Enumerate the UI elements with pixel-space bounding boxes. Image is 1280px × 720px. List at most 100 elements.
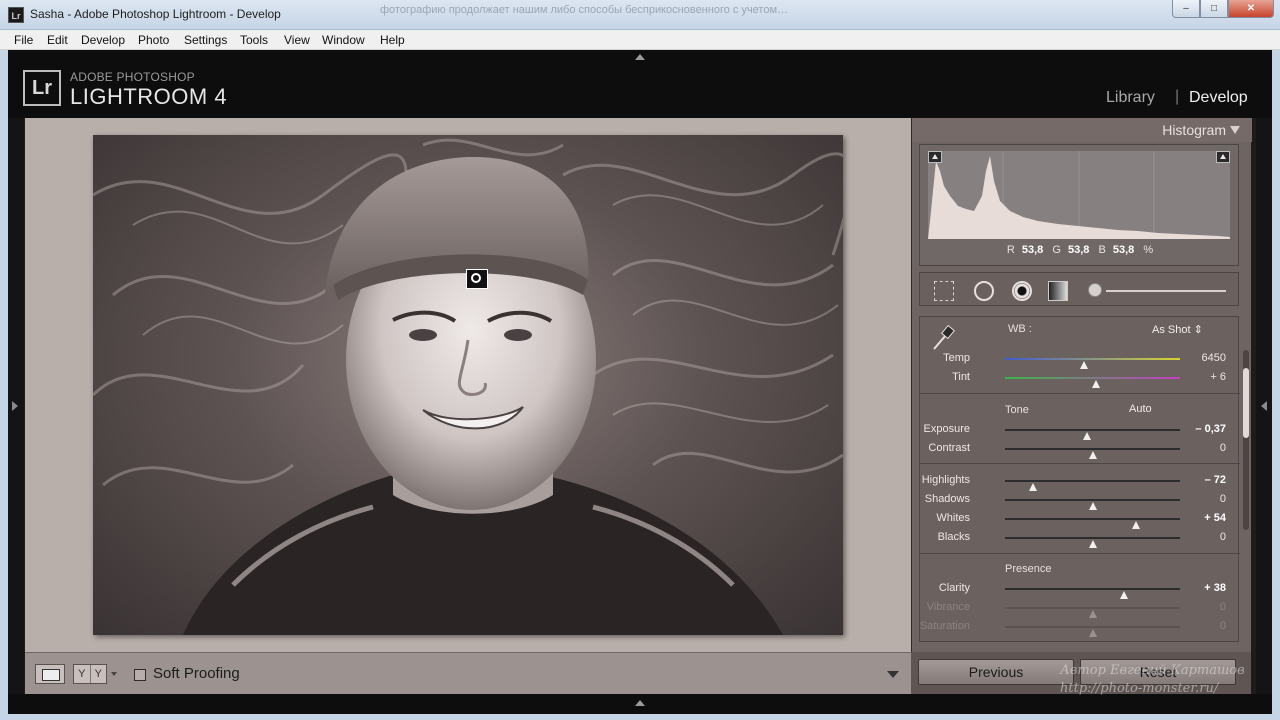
tint-track[interactable] bbox=[1005, 377, 1180, 388]
menu-settings[interactable]: Settings bbox=[184, 33, 227, 47]
exposure-value[interactable]: – 0,37 bbox=[1195, 423, 1226, 435]
tint-slider[interactable]: Tint + 6 bbox=[920, 370, 1240, 388]
module-library[interactable]: Library bbox=[1106, 89, 1155, 107]
eyedropper-icon[interactable] bbox=[930, 323, 956, 351]
menu-file[interactable]: File bbox=[14, 33, 33, 47]
tint-thumb[interactable] bbox=[1092, 380, 1100, 388]
saturation-thumb[interactable] bbox=[1088, 629, 1097, 637]
tint-label: Tint bbox=[952, 371, 970, 383]
exposure-thumb[interactable] bbox=[1083, 432, 1092, 440]
panel-scroll-thumb[interactable] bbox=[1243, 368, 1249, 438]
vibrance-thumb[interactable] bbox=[1088, 610, 1097, 618]
whites-value[interactable]: + 54 bbox=[1204, 512, 1226, 524]
menu-photo[interactable]: Photo bbox=[138, 33, 169, 47]
shadows-thumb[interactable] bbox=[1088, 502, 1097, 510]
portrait-photo[interactable] bbox=[93, 135, 843, 635]
temp-thumb[interactable] bbox=[1079, 361, 1088, 369]
whites-track[interactable] bbox=[1005, 518, 1180, 529]
temp-slider[interactable]: Temp 6450 bbox=[920, 351, 1240, 369]
menu-view[interactable]: View bbox=[284, 33, 310, 47]
highlight-clipping-indicator[interactable] bbox=[1216, 151, 1230, 163]
menu-tools[interactable]: Tools bbox=[240, 33, 268, 47]
temp-value[interactable]: 6450 bbox=[1202, 352, 1226, 364]
collapse-arrow-icon[interactable] bbox=[1230, 126, 1240, 134]
filmstrip-toggle-icon[interactable] bbox=[635, 700, 645, 706]
highlights-slider[interactable]: Highlights – 72 bbox=[920, 473, 1240, 491]
after-icon: Y bbox=[94, 668, 102, 680]
shadow-clipping-indicator[interactable] bbox=[928, 151, 942, 163]
previous-button[interactable]: Previous bbox=[918, 659, 1074, 685]
contrast-thumb[interactable] bbox=[1088, 451, 1097, 459]
before-after-button[interactable]: Y Y bbox=[73, 664, 107, 684]
blacks-thumb[interactable] bbox=[1088, 540, 1097, 548]
shadows-value[interactable]: 0 bbox=[1220, 493, 1226, 505]
clarity-slider[interactable]: Clarity + 38 bbox=[920, 581, 1240, 599]
soft-proofing-checkbox[interactable] bbox=[134, 669, 146, 681]
right-panel-toggle-icon[interactable] bbox=[1261, 401, 1267, 411]
clarity-thumb[interactable] bbox=[1120, 591, 1128, 599]
menu-window[interactable]: Window bbox=[322, 33, 365, 47]
auto-tone-button[interactable]: Auto bbox=[1129, 403, 1152, 415]
vibrance-value[interactable]: 0 bbox=[1220, 601, 1226, 613]
shadows-track[interactable] bbox=[1005, 499, 1180, 510]
clarity-track[interactable] bbox=[1005, 588, 1180, 599]
saturation-slider[interactable]: Saturation 0 bbox=[920, 619, 1240, 637]
saturation-track[interactable] bbox=[1005, 626, 1180, 637]
left-panel-toggle-icon[interactable] bbox=[12, 401, 18, 411]
menu-help[interactable]: Help bbox=[380, 33, 405, 47]
brush-slider-line[interactable] bbox=[1106, 290, 1226, 292]
maximize-button[interactable]: □ bbox=[1200, 0, 1228, 18]
spot-removal-icon[interactable] bbox=[974, 281, 994, 301]
zoom-cursor-icon bbox=[466, 269, 488, 289]
highlights-value[interactable]: – 72 bbox=[1205, 474, 1226, 486]
tint-value[interactable]: + 6 bbox=[1210, 371, 1226, 383]
before-after-dropdown-icon[interactable] bbox=[111, 672, 117, 676]
right-edge-strip[interactable] bbox=[1256, 118, 1272, 694]
minimize-button[interactable]: – bbox=[1172, 0, 1200, 18]
toolbar-menu-icon[interactable] bbox=[887, 671, 899, 678]
clarity-value[interactable]: + 38 bbox=[1204, 582, 1226, 594]
close-button[interactable]: ✕ bbox=[1228, 0, 1274, 18]
crop-tool-icon[interactable] bbox=[934, 281, 954, 301]
highlights-track[interactable] bbox=[1005, 480, 1180, 491]
exposure-slider[interactable]: Exposure – 0,37 bbox=[920, 422, 1240, 440]
whites-thumb[interactable] bbox=[1132, 521, 1141, 529]
loupe-view-button[interactable] bbox=[35, 664, 65, 684]
lightroom-app: Lr ADOBE PHOTOSHOP LIGHTROOM 4 Library |… bbox=[8, 50, 1272, 714]
vibrance-track[interactable] bbox=[1005, 607, 1180, 618]
vibrance-slider[interactable]: Vibrance 0 bbox=[920, 600, 1240, 618]
contrast-value[interactable]: 0 bbox=[1220, 442, 1226, 454]
watermark-author: Автор Евгений Карташов bbox=[1060, 663, 1245, 678]
graduated-filter-icon[interactable] bbox=[1048, 281, 1068, 301]
brand-main-text: LIGHTROOM 4 bbox=[70, 84, 228, 109]
menu-edit[interactable]: Edit bbox=[47, 33, 68, 47]
saturation-value[interactable]: 0 bbox=[1220, 620, 1226, 632]
menu-develop[interactable]: Develop bbox=[81, 33, 125, 47]
blacks-track[interactable] bbox=[1005, 537, 1180, 548]
blacks-value[interactable]: 0 bbox=[1220, 531, 1226, 543]
window-frame-right bbox=[1272, 50, 1280, 720]
histogram-graph[interactable] bbox=[928, 151, 1230, 239]
window-controls: – □ ✕ bbox=[1172, 0, 1274, 18]
left-panel-collapsed[interactable] bbox=[8, 118, 24, 694]
shadows-slider[interactable]: Shadows 0 bbox=[920, 492, 1240, 510]
exposure-track[interactable] bbox=[1005, 429, 1180, 440]
panel-scrollbar[interactable] bbox=[1243, 350, 1249, 530]
wb-dropdown[interactable]: As Shot ⇕ bbox=[1152, 323, 1203, 336]
top-panel-toggle-icon[interactable] bbox=[635, 54, 645, 60]
whites-slider[interactable]: Whites + 54 bbox=[920, 511, 1240, 529]
contrast-track[interactable] bbox=[1005, 448, 1180, 459]
basic-panel: WB : As Shot ⇕ Temp 6450 Tint + 6 Tone A… bbox=[919, 316, 1240, 642]
blacks-slider[interactable]: Blacks 0 bbox=[920, 530, 1240, 548]
highlights-thumb[interactable] bbox=[1029, 483, 1037, 491]
image-canvas[interactable] bbox=[25, 118, 911, 652]
red-eye-icon[interactable] bbox=[1012, 281, 1032, 301]
b-label: B bbox=[1098, 244, 1106, 256]
before-icon: Y bbox=[74, 665, 91, 683]
histogram-header[interactable]: Histogram bbox=[912, 118, 1252, 142]
right-panel: Histogram R 53,8 G 53,8 B 53,8 % WB: As… bbox=[911, 118, 1252, 694]
temp-track[interactable] bbox=[1005, 358, 1180, 369]
contrast-slider[interactable]: Contrast 0 bbox=[920, 441, 1240, 459]
module-develop[interactable]: Develop bbox=[1189, 89, 1248, 107]
adjustment-brush-icon[interactable] bbox=[1088, 283, 1102, 297]
